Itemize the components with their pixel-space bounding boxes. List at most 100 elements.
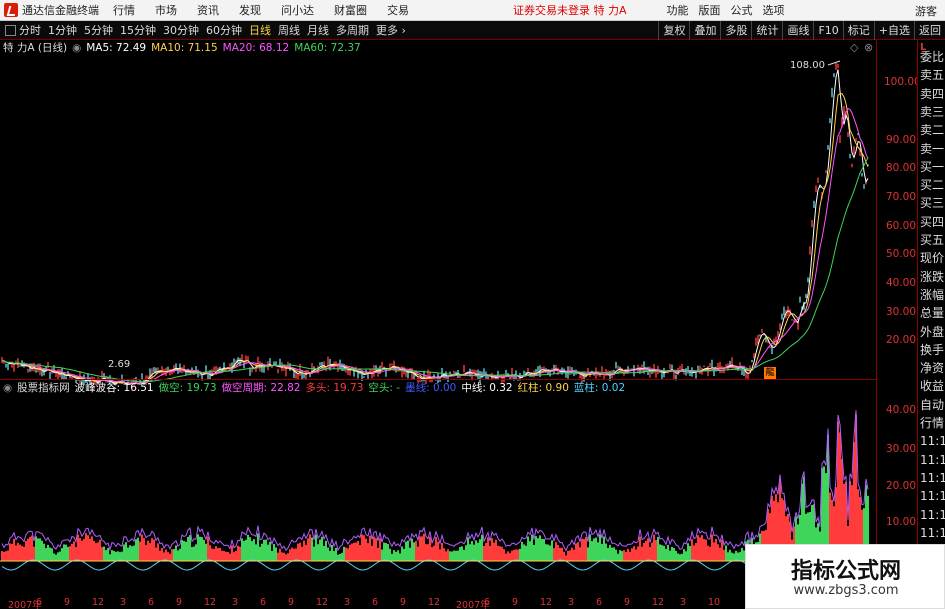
- price-axis-80: 80.00: [885, 162, 916, 174]
- panel-item[interactable]: 涨幅: [920, 286, 945, 304]
- period-1min[interactable]: 1分钟: [48, 22, 77, 38]
- period-15min[interactable]: 15分钟: [120, 22, 156, 38]
- panel-item[interactable]: 11:1: [920, 506, 945, 524]
- panel-item[interactable]: 11:1: [920, 487, 945, 505]
- add-watchlist-button[interactable]: +自选: [873, 21, 914, 40]
- menu-formula[interactable]: 公式: [731, 2, 753, 18]
- indicator-info: ◉ 股票指标网 波峰波谷: 16.51 做空: 19.73 做空周期: 22.8…: [3, 381, 630, 396]
- panel-item[interactable]: 买二: [920, 176, 945, 194]
- lanzhu-value: 蓝柱: 0.02: [573, 382, 626, 394]
- panel-item[interactable]: 11:1: [920, 469, 945, 487]
- panel-item[interactable]: 买三: [920, 194, 945, 212]
- menu-news[interactable]: 资讯: [197, 2, 219, 18]
- menu-ask[interactable]: 问小达: [281, 2, 314, 18]
- date-tick: 9: [176, 597, 183, 608]
- panel-item[interactable]: 11:1: [920, 432, 945, 450]
- date-tick: 6: [372, 597, 379, 608]
- indicator-settings-icon[interactable]: ◉: [3, 381, 12, 396]
- price-chart[interactable]: [0, 55, 876, 385]
- panel-item[interactable]: 涨跌: [920, 268, 945, 286]
- login-status[interactable]: 证券交易未登录 特 力A: [513, 2, 627, 18]
- panel-item[interactable]: 现价: [920, 249, 945, 267]
- toolbar-toggle-icon[interactable]: [5, 24, 16, 36]
- watermark-title: 指标公式网: [790, 559, 901, 584]
- date-tick: 9: [512, 597, 519, 608]
- stock-label[interactable]: 特 力A (日线): [3, 41, 67, 56]
- panel-item[interactable]: 11:1: [920, 524, 945, 542]
- ma20-value: MA20: 68.12: [222, 42, 290, 54]
- zhixian-value: 墨线: 0.00: [405, 382, 457, 394]
- menu-discover[interactable]: 发现: [239, 2, 261, 18]
- date-tick: 9: [64, 597, 71, 608]
- chart-diamond-icon[interactable]: ◇: [850, 41, 858, 54]
- statistics-button[interactable]: 统计: [751, 21, 782, 40]
- period-daily[interactable]: 日线: [249, 22, 271, 38]
- back-button[interactable]: 返回: [914, 21, 945, 40]
- settings-dot-icon[interactable]: ◉: [72, 41, 81, 56]
- chart-close-icon[interactable]: ⊗: [864, 41, 873, 54]
- menu-market[interactable]: 市场: [155, 2, 177, 18]
- date-tick: 10: [708, 597, 721, 608]
- panel-item[interactable]: 委比: [920, 48, 945, 66]
- panel-item[interactable]: 买四: [920, 213, 945, 231]
- menu-function[interactable]: 功能: [667, 2, 689, 18]
- mark-button[interactable]: 标记: [842, 21, 874, 40]
- panel-item[interactable]: 卖二: [920, 121, 945, 139]
- menu-layout[interactable]: 版面: [699, 2, 721, 18]
- panel-item[interactable]: 买五: [920, 231, 945, 249]
- menu-trade[interactable]: 交易: [387, 2, 409, 18]
- panel-item[interactable]: 自动: [920, 396, 945, 414]
- pane-divider[interactable]: [0, 379, 876, 380]
- price-axis-40: 40.00: [885, 277, 916, 289]
- period-5min[interactable]: 5分钟: [84, 22, 113, 38]
- period-weekly[interactable]: 周线: [278, 22, 300, 38]
- panel-item[interactable]: 换手: [920, 341, 945, 359]
- user-guest[interactable]: 游客: [915, 3, 937, 19]
- indicator-axis-30: 30.00: [885, 443, 916, 455]
- restore-rights-button[interactable]: 复权: [658, 21, 689, 40]
- panel-item[interactable]: 买一: [920, 158, 945, 176]
- panel-item[interactable]: 外盘: [920, 323, 945, 341]
- period-tick[interactable]: 分时: [19, 22, 41, 38]
- panel-item[interactable]: 卖三: [920, 103, 945, 121]
- panel-item[interactable]: 卖五: [920, 66, 945, 84]
- price-axis-60: 60.00: [885, 220, 916, 232]
- watermark-url: www.zbgs3.com: [793, 583, 899, 598]
- date-tick: 12: [428, 597, 441, 608]
- panel-item[interactable]: 卖四: [920, 85, 945, 103]
- ma10-value: MA10: 71.15: [151, 42, 218, 54]
- panel-item[interactable]: 净资: [920, 359, 945, 377]
- multi-stock-button[interactable]: 多股: [720, 21, 751, 40]
- duokong-value: 做空: 19.73: [158, 382, 217, 394]
- date-tick: 9: [624, 597, 631, 608]
- date-tick: 6: [484, 597, 491, 608]
- panel-item[interactable]: 行情: [920, 414, 945, 432]
- overlay-button[interactable]: 叠加: [689, 21, 720, 40]
- f10-button[interactable]: F10: [813, 21, 842, 40]
- app-logo-icon: [4, 3, 18, 17]
- date-tick: 3: [232, 597, 239, 608]
- panel-item[interactable]: 11:1: [920, 451, 945, 469]
- draw-line-button[interactable]: 画线: [782, 21, 813, 40]
- ma20-line: [1, 107, 869, 384]
- period-30min[interactable]: 30分钟: [163, 22, 199, 38]
- indicator-name[interactable]: 股票指标网: [17, 381, 70, 396]
- menu-wealth[interactable]: 财富圈: [334, 2, 367, 18]
- menu-quotes[interactable]: 行情: [113, 2, 135, 18]
- period-monthly[interactable]: 月线: [307, 22, 329, 38]
- bofeng-value: 波峰波谷: 16.51: [74, 382, 154, 394]
- menu-options[interactable]: 选项: [763, 2, 785, 18]
- period-60min[interactable]: 60分钟: [206, 22, 242, 38]
- panel-item[interactable]: 总量: [920, 304, 945, 322]
- panel-item[interactable]: 收益: [920, 377, 945, 395]
- period-multi[interactable]: 多周期: [336, 22, 369, 38]
- period-more[interactable]: 更多 ›: [376, 22, 406, 38]
- price-axis-100: 100.00: [884, 76, 921, 88]
- ma5-line: [1, 69, 869, 385]
- ma5-value: MA5: 72.49: [86, 42, 147, 54]
- hongzhu-value: 红柱: 0.90: [517, 382, 569, 394]
- panel-item[interactable]: 卖一: [920, 140, 945, 158]
- indicator-axis-40: 40.00: [885, 404, 916, 416]
- dragon-flag-icon[interactable]: 龍: [764, 367, 776, 379]
- main-chart-info: 特 力A (日线) ◉ MA5: 72.49 MA10: 71.15 MA20:…: [3, 41, 366, 56]
